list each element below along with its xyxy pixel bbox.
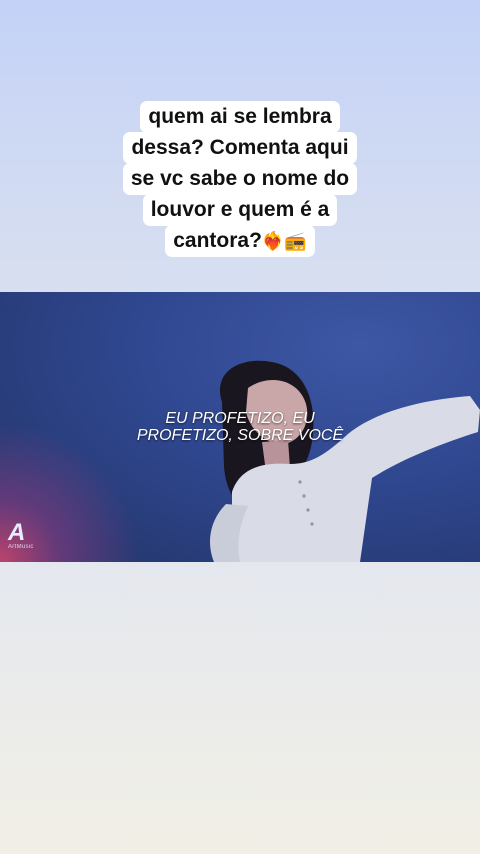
caption-line: louvor e quem é a [142, 194, 338, 226]
caption-line: se vc sabe o nome do [122, 163, 358, 195]
lyric-subtitle: EU PROFETIZO, EU PROFETIZO, SOBRE VOCÊ [0, 410, 480, 444]
artmusic-logo: A ArtMusic [8, 519, 34, 551]
caption-line: dessa? Comenta aqui [123, 132, 357, 164]
lyric-line: PROFETIZO, SOBRE VOCÊ [136, 427, 344, 444]
caption-text: cantora? [173, 229, 262, 252]
post-caption: quem ai se lembra dessa? Comenta aqui se… [0, 101, 480, 257]
lyric-line: EU PROFETIZO, EU [165, 410, 315, 427]
logo-mark: A [8, 519, 26, 546]
caption-line-last: cantora?❤️‍🔥📻 [165, 225, 315, 257]
video-frame[interactable]: EU PROFETIZO, EU PROFETIZO, SOBRE VOCÊ A… [0, 292, 480, 562]
caption-line: quem ai se lembra [140, 101, 340, 133]
heart-fire-radio-emoji: ❤️‍🔥📻 [261, 231, 307, 251]
logo-text: ArtMusic [8, 544, 34, 550]
